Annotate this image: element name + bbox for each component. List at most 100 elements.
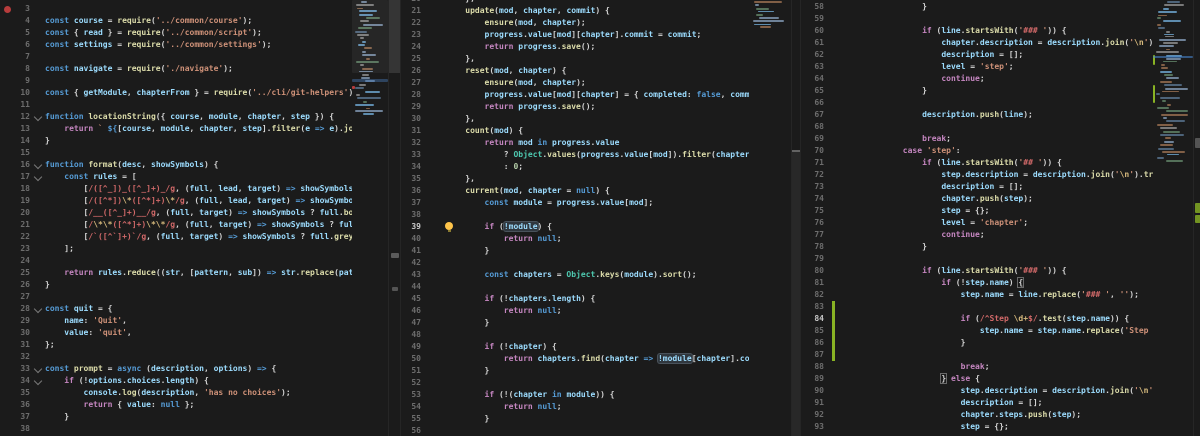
line-number[interactable]: 32 — [16, 351, 30, 363]
line-number[interactable]: 66 — [801, 97, 824, 109]
code-line[interactable]: 16function format(desc, showSymbols) { — [0, 159, 400, 171]
glyph-margin[interactable] — [0, 123, 16, 135]
code-line[interactable]: 93 step = {}; — [801, 421, 1200, 433]
line-number[interactable]: 12 — [16, 111, 30, 123]
glyph-margin[interactable] — [0, 39, 16, 51]
line-number[interactable]: 5 — [16, 27, 30, 39]
line-number[interactable]: 36 — [401, 185, 421, 197]
line-number[interactable]: 54 — [401, 401, 421, 413]
code-line[interactable]: 25 return rules.reduce((str, [pattern, s… — [0, 267, 400, 279]
line-number[interactable]: 29 — [16, 315, 30, 327]
scrollbar-slider[interactable] — [389, 0, 400, 73]
glyph-margin[interactable] — [0, 195, 16, 207]
code-line[interactable]: 66 — [801, 97, 1200, 109]
code-area[interactable]: 34const course = require('../common/cour… — [0, 3, 400, 435]
glyph-margin[interactable] — [0, 27, 16, 39]
line-number[interactable]: 67 — [801, 109, 824, 121]
line-number[interactable]: 65 — [801, 85, 824, 97]
glyph-margin[interactable] — [0, 51, 16, 63]
line-number[interactable]: 47 — [401, 317, 421, 329]
code-line[interactable]: 38 — [401, 209, 801, 221]
line-number[interactable]: 29 — [401, 101, 421, 113]
glyph-margin[interactable] — [0, 171, 16, 183]
line-number[interactable]: 89 — [801, 373, 824, 385]
line-number[interactable]: 26 — [401, 65, 421, 77]
code-line[interactable]: 60 if (line.startsWith('### ')) { — [801, 25, 1200, 37]
line-number[interactable]: 88 — [801, 361, 824, 373]
code-line[interactable]: 41 } — [401, 245, 801, 257]
scrollbar[interactable] — [1193, 0, 1200, 436]
code-line[interactable]: 28const quit = { — [0, 303, 400, 315]
code-line[interactable]: 9 — [0, 75, 400, 87]
line-number[interactable]: 48 — [401, 329, 421, 341]
line-number[interactable]: 24 — [401, 41, 421, 53]
line-number[interactable]: 37 — [16, 411, 30, 423]
line-number[interactable]: 33 — [401, 149, 421, 161]
code-line[interactable]: 92 chapter.steps.push(step); — [801, 409, 1200, 421]
line-number[interactable]: 18 — [16, 183, 30, 195]
code-line[interactable]: 47 } — [401, 317, 801, 329]
line-number[interactable]: 87 — [801, 349, 824, 361]
chevron-down-icon[interactable] — [34, 113, 42, 121]
line-number[interactable]: 49 — [401, 341, 421, 353]
line-number[interactable]: 92 — [801, 409, 824, 421]
glyph-margin[interactable] — [0, 87, 16, 99]
code-line[interactable]: 24 — [0, 255, 400, 267]
chevron-down-icon[interactable] — [34, 377, 42, 385]
code-line[interactable]: 27 — [0, 291, 400, 303]
code-line[interactable]: 55 } — [401, 413, 801, 425]
code-line[interactable]: 89 } else { — [801, 373, 1200, 385]
code-line[interactable]: 67 description.push(line); — [801, 109, 1200, 121]
code-line[interactable]: 29 return progress.save(); — [401, 101, 801, 113]
code-line[interactable]: 4const course = require('../common/cours… — [0, 15, 400, 27]
code-line[interactable]: 22 [/`([^`]+)`/g, (full, target) => show… — [0, 231, 400, 243]
line-number[interactable]: 64 — [801, 73, 824, 85]
line-number[interactable]: 60 — [801, 25, 824, 37]
line-number[interactable]: 25 — [401, 53, 421, 65]
line-number[interactable]: 84 — [801, 313, 824, 325]
code-line[interactable]: 8const navigate = require('./navigate'); — [0, 63, 400, 75]
glyph-margin[interactable] — [0, 291, 16, 303]
line-number[interactable]: 10 — [16, 87, 30, 99]
line-number[interactable]: 44 — [401, 281, 421, 293]
code-line[interactable]: 75 step = {}; — [801, 205, 1200, 217]
line-number[interactable]: 42 — [401, 257, 421, 269]
glyph-margin[interactable] — [0, 243, 16, 255]
line-number[interactable]: 56 — [401, 425, 421, 436]
glyph-margin[interactable] — [0, 399, 16, 411]
line-number[interactable]: 30 — [16, 327, 30, 339]
line-number[interactable]: 74 — [801, 193, 824, 205]
line-number[interactable]: 73 — [801, 181, 824, 193]
code-line[interactable]: 43 const chapters = Object.keys(module).… — [401, 269, 801, 281]
glyph-margin[interactable] — [0, 75, 16, 87]
code-line[interactable]: 35 console.log(description, 'has no choi… — [0, 387, 400, 399]
code-line[interactable]: 44 — [401, 281, 801, 293]
line-number[interactable]: 30 — [401, 113, 421, 125]
code-line[interactable]: 53 if (!(chapter in module)) { — [401, 389, 801, 401]
code-line[interactable]: 54 return null; — [401, 401, 801, 413]
glyph-margin[interactable] — [0, 15, 16, 27]
code-line[interactable]: 68 — [801, 121, 1200, 133]
line-number[interactable]: 8 — [16, 63, 30, 75]
line-number[interactable]: 22 — [401, 17, 421, 29]
line-number[interactable]: 33 — [16, 363, 30, 375]
line-number[interactable]: 51 — [401, 365, 421, 377]
code-line[interactable]: 15 — [0, 147, 400, 159]
code-line[interactable]: 39 if (!module) { — [401, 221, 801, 233]
line-number[interactable]: 34 — [16, 375, 30, 387]
code-line[interactable]: 13 return ` ${[course, module, chapter, … — [0, 123, 400, 135]
code-line[interactable]: 34 if (!options.choices.length) { — [0, 375, 400, 387]
line-number[interactable]: 19 — [16, 195, 30, 207]
line-number[interactable]: 21 — [401, 5, 421, 17]
line-number[interactable]: 21 — [16, 219, 30, 231]
line-number[interactable]: 37 — [401, 197, 421, 209]
line-number[interactable]: 90 — [801, 385, 824, 397]
code-line[interactable]: 17 const rules = [ — [0, 171, 400, 183]
code-line[interactable]: 90 step.description = description.join('… — [801, 385, 1200, 397]
code-line[interactable]: 18 [/([^_])_([^_]+)_/g, (full, lead, tar… — [0, 183, 400, 195]
line-number[interactable]: 69 — [801, 133, 824, 145]
line-number[interactable]: 26 — [16, 279, 30, 291]
line-number[interactable]: 38 — [16, 423, 30, 435]
glyph-margin[interactable] — [0, 411, 16, 423]
code-line[interactable]: 29 name: 'Quit', — [0, 315, 400, 327]
